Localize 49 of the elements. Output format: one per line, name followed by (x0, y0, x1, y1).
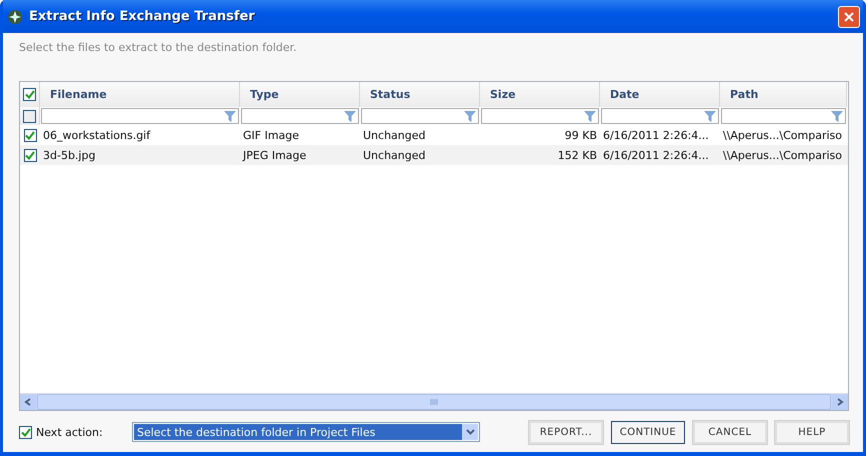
filter-icon[interactable] (831, 110, 843, 122)
filter-field[interactable] (481, 108, 599, 124)
next-action-label: Next action: (36, 426, 104, 438)
column-header[interactable]: Date (600, 82, 720, 107)
column-header[interactable]: Path (720, 82, 847, 107)
table-cell-text: GIF Image (242, 128, 300, 142)
filter-corner (23, 110, 36, 122)
table-cell-text: Unchanged (362, 128, 426, 142)
column-header[interactable]: Size (480, 82, 600, 107)
app-icon (7, 8, 23, 24)
filter-icon[interactable] (344, 110, 356, 122)
column-header[interactable]: Status (360, 82, 480, 107)
next-action-checkbox[interactable] (19, 426, 32, 438)
close-icon[interactable] (843, 10, 855, 22)
dialog-button[interactable]: REPORT... (529, 420, 603, 444)
filter-icon[interactable] (224, 110, 236, 122)
filter-icon[interactable] (584, 110, 596, 122)
select-all-checkbox[interactable] (23, 88, 36, 101)
table-cell-text: \\Aperus...\Compariso (722, 128, 843, 142)
dialog-button[interactable]: HELP (775, 420, 849, 444)
next-action-dropdown[interactable]: Select the destination folder in Project Files (132, 422, 480, 442)
table-cell-text: 6/16/2011 2:26:4... (602, 148, 710, 162)
scroll-left-icon[interactable] (20, 394, 36, 410)
filter-field[interactable] (721, 108, 846, 124)
filter-field[interactable] (241, 108, 359, 124)
table-cell-text: 152 KB (556, 148, 598, 162)
filter-field[interactable] (601, 108, 719, 124)
table-cell-text: Unchanged (362, 148, 426, 162)
window-title: Extract Info Exchange Transfer (29, 9, 256, 24)
filter-field[interactable] (361, 108, 479, 124)
column-header[interactable]: Filename (40, 82, 240, 107)
scroll-right-icon[interactable] (832, 394, 848, 410)
dialog-button[interactable]: CONTINUE (611, 420, 685, 444)
row-checkbox[interactable] (24, 128, 36, 142)
row-checkbox[interactable] (24, 148, 36, 162)
close-button[interactable] (838, 6, 860, 28)
dropdown-caret-icon[interactable] (462, 424, 478, 440)
instruction-text: Select the files to extract to the destination folder. (19, 41, 297, 54)
table-cell-text: 06_workstations.gif (42, 128, 152, 142)
column-header[interactable]: Type (240, 82, 360, 107)
table-cell-text: 99 KB (564, 128, 598, 142)
table-cell-text: \\Aperus...\Compariso (722, 148, 843, 162)
table-cell-text: JPEG Image (242, 148, 308, 162)
filter-icon[interactable] (704, 110, 716, 122)
filter-icon[interactable] (464, 110, 476, 122)
table-cell-text: 6/16/2011 2:26:4... (602, 128, 710, 142)
dialog-button[interactable]: CANCEL (693, 420, 767, 444)
table-cell-text: 3d-5b.jpg (42, 148, 96, 162)
filter-field[interactable] (41, 108, 239, 124)
